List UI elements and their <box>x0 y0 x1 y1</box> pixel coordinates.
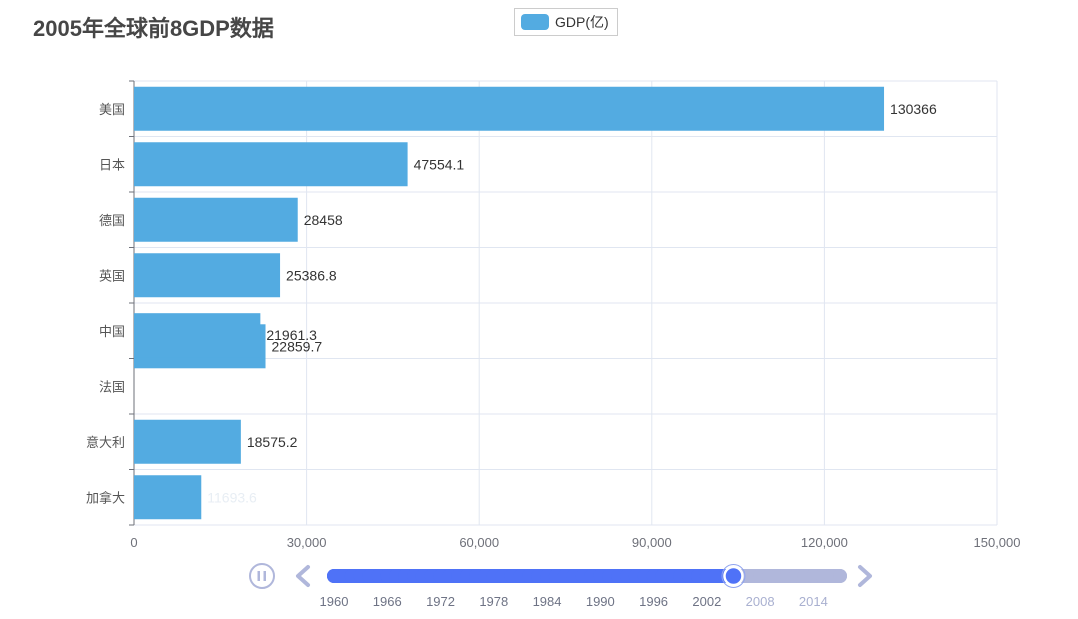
x-tick-label: 60,000 <box>459 535 499 550</box>
y-category-label: 意大利 <box>86 435 125 450</box>
y-category-label: 美国 <box>99 102 125 117</box>
timeline-year-label[interactable]: 1996 <box>639 594 668 609</box>
bar-value-label: 11693.6 <box>207 489 257 505</box>
y-category-label: 日本 <box>99 157 125 172</box>
bar-value-label: 21961.3 <box>266 327 317 343</box>
bar[interactable] <box>134 142 408 187</box>
bar-chart: 0 30,000 60,000 90,000 120,000 150,000 美国日本德国英… <box>86 80 1021 609</box>
x-tick-label: 150,000 <box>974 535 1021 550</box>
bar[interactable] <box>134 475 202 520</box>
y-category-label: 法国 <box>99 379 125 394</box>
timeline-year-label[interactable]: 2008 <box>746 594 775 609</box>
bar[interactable] <box>134 86 885 131</box>
timeline-year-label[interactable]: 1966 <box>373 594 402 609</box>
timeline-year-label[interactable]: 1984 <box>533 594 562 609</box>
chevron-right-icon[interactable] <box>858 565 872 587</box>
pause-bar-right <box>263 571 266 581</box>
timeline-year-label[interactable]: 1978 <box>479 594 508 609</box>
bar-value-label: 28458 <box>304 212 343 228</box>
pause-icon[interactable] <box>249 563 275 589</box>
bar[interactable] <box>134 313 261 358</box>
y-category-label: 英国 <box>99 268 125 283</box>
x-tick-label: 90,000 <box>632 535 672 550</box>
x-tick-label: 120,000 <box>801 535 848 550</box>
y-category-label: 加拿大 <box>86 490 125 505</box>
timeline-year-label[interactable]: 1960 <box>320 594 349 609</box>
bar-value-label: 130366 <box>890 101 937 117</box>
timeline[interactable]: 1960 1966 1972 1978 1984 1990 1996 2002 2008 2014 <box>249 563 872 609</box>
timeline-handle[interactable] <box>723 565 744 587</box>
x-tick-label: 0 <box>130 535 137 550</box>
bar[interactable] <box>134 197 298 242</box>
timeline-year-label[interactable]: 2002 <box>692 594 721 609</box>
y-category-label: 德国 <box>99 213 125 228</box>
bar-value-label: 47554.1 <box>414 156 465 172</box>
chevron-left-icon[interactable] <box>296 565 310 587</box>
timeline-dot[interactable] <box>833 569 847 583</box>
timeline-year-label[interactable]: 2014 <box>799 594 828 609</box>
timeline-year-label[interactable]: 1972 <box>426 594 455 609</box>
bar[interactable] <box>134 419 241 464</box>
bar-value-label: 25386.8 <box>286 267 337 283</box>
bar-value-label: 18575.2 <box>247 434 298 450</box>
bar[interactable] <box>134 253 281 298</box>
timeline-year-label[interactable]: 1990 <box>586 594 615 609</box>
x-tick-label: 30,000 <box>287 535 327 550</box>
y-category-label: 中国 <box>99 324 125 339</box>
pause-bar-left <box>257 571 260 581</box>
